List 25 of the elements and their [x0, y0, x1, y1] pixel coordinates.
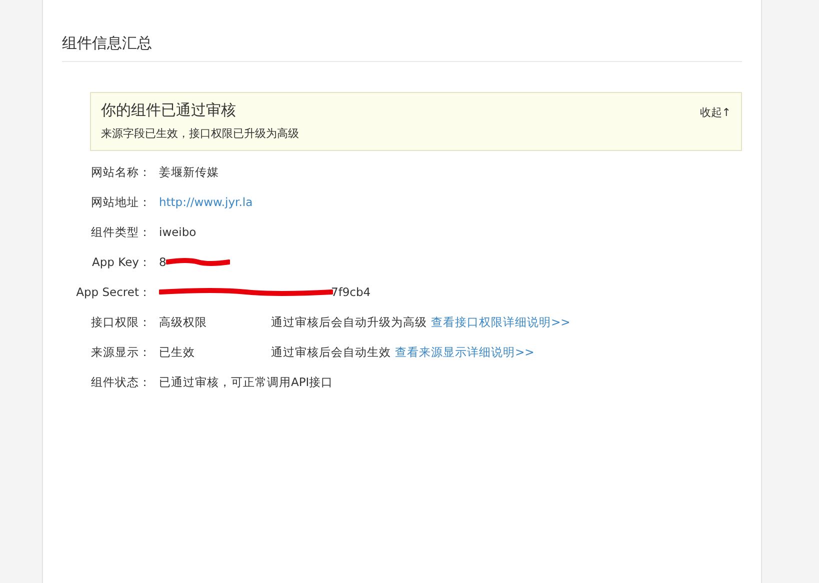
field-note: 通过审核后会自动生效	[271, 344, 391, 360]
field-value: 7f9cb4	[331, 285, 371, 299]
field-label: App Secret：	[75, 284, 151, 300]
field-value: 已通过审核，可正常调用API接口	[159, 374, 334, 390]
field-value: 姜堰新传媒	[159, 164, 219, 180]
field-note: 通过审核后会自动升级为高级	[271, 314, 427, 330]
field-value: 高级权限	[159, 314, 208, 330]
notice-message: 来源字段已生效，接口权限已升级为高级	[101, 126, 299, 141]
section-title: 组件信息汇总	[62, 34, 742, 62]
collapse-link[interactable]: 收起↑	[700, 105, 731, 120]
field-label: 组件状态：	[90, 374, 151, 390]
value-link[interactable]: http://www.jyr.la	[159, 195, 253, 209]
field-label: 接口权限：	[90, 314, 151, 330]
details-link[interactable]: 查看接口权限详细说明>>	[431, 314, 570, 330]
notice-title: 你的组件已通过审核	[101, 101, 237, 120]
details-link[interactable]: 查看来源显示详细说明>>	[395, 344, 534, 360]
field-label: 网站地址：	[90, 194, 151, 210]
redaction-mark	[166, 258, 230, 266]
field-label: App Key：	[91, 254, 151, 270]
field-label: 组件类型：	[90, 224, 151, 240]
field-value: 已生效	[159, 344, 196, 360]
field-label: 来源显示：	[90, 344, 151, 360]
field-value: 8	[159, 255, 166, 269]
field-value: iweibo	[159, 225, 196, 239]
field-label: 网站名称：	[90, 164, 151, 180]
